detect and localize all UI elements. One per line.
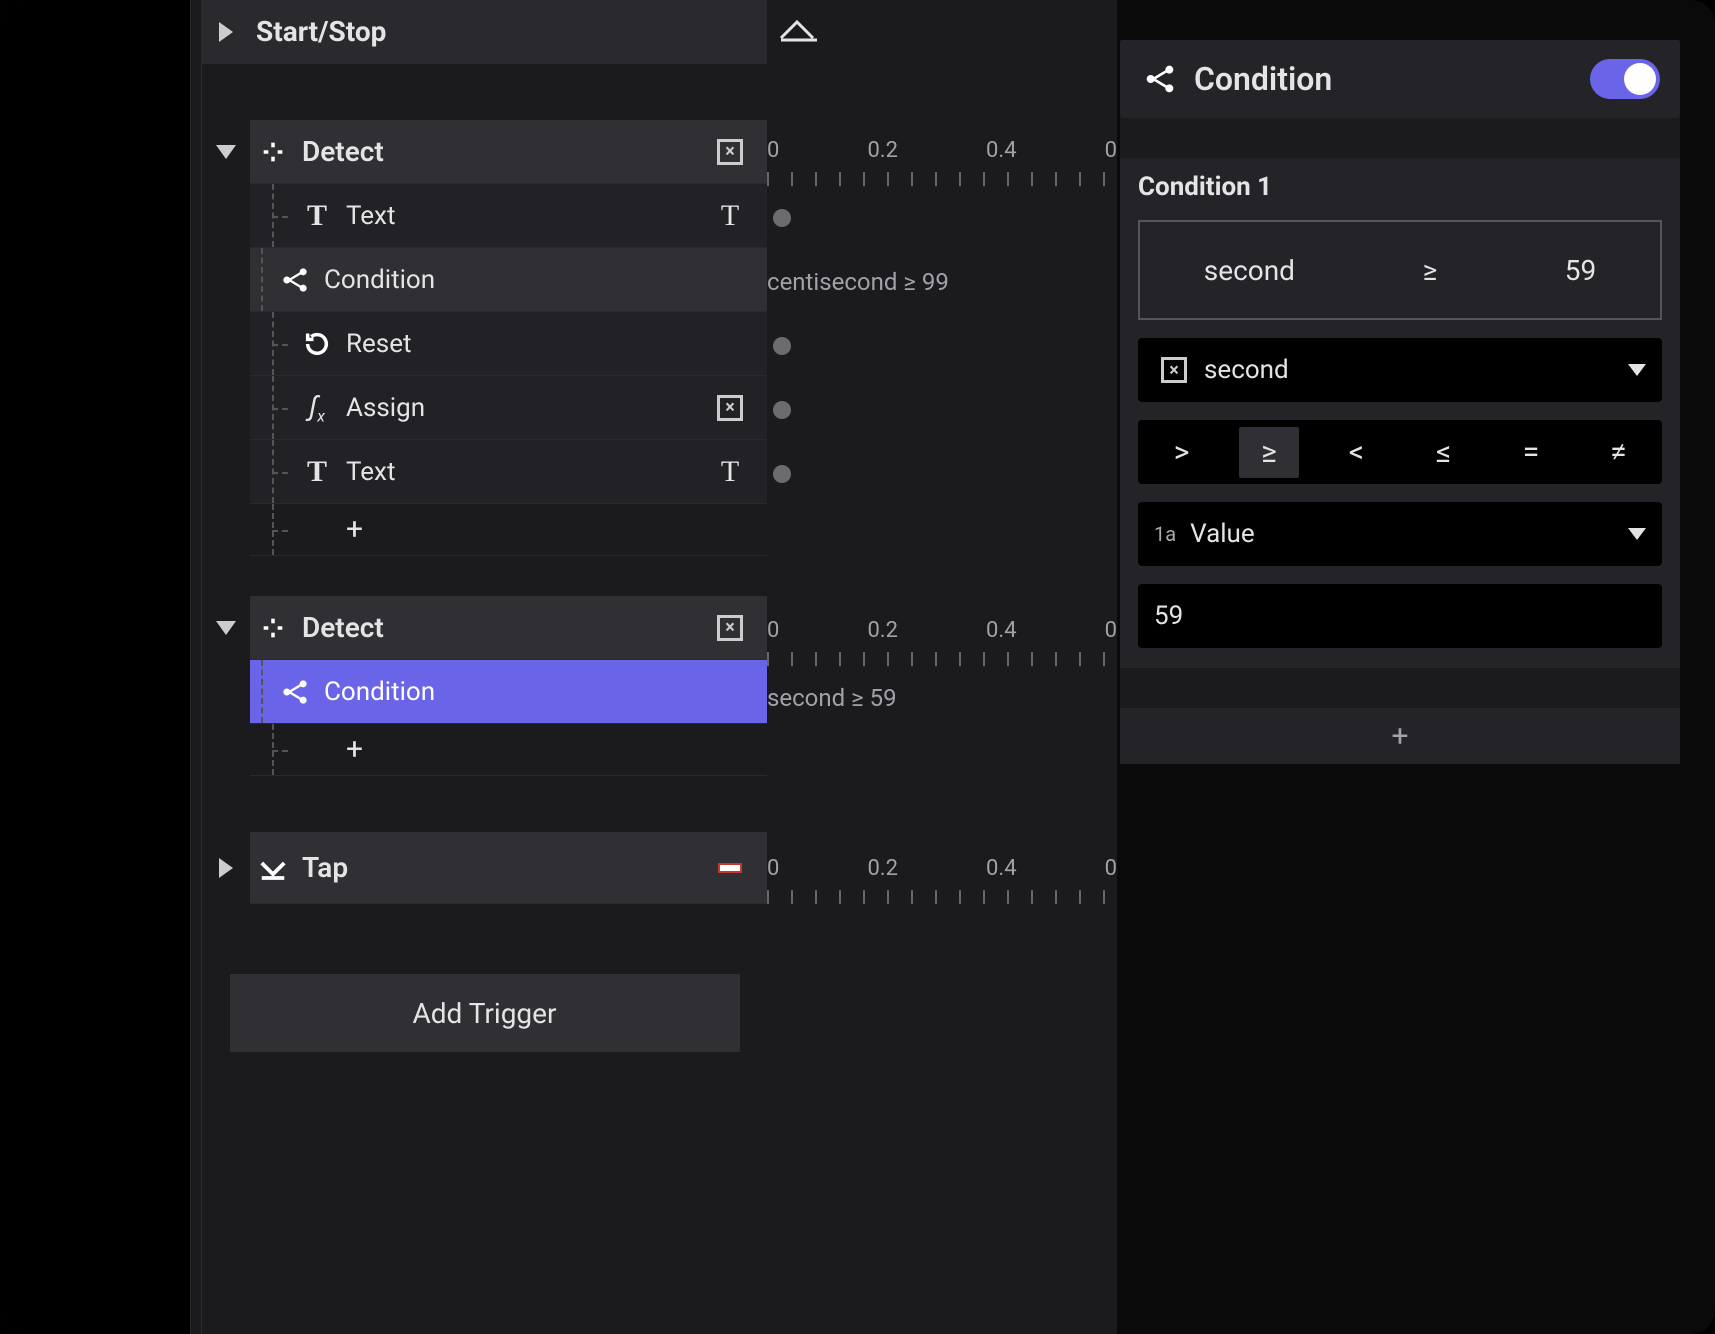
item-label: Text xyxy=(340,457,707,487)
detect-2-label: Detect xyxy=(296,611,707,644)
item-label: Assign xyxy=(340,393,707,423)
text-badge-icon: T xyxy=(707,199,753,233)
ruler-3: 0 0.2 0.4 0 xyxy=(767,840,1117,904)
marker-dot-icon xyxy=(773,401,791,419)
chevron-down-icon xyxy=(1628,364,1646,376)
variable-select[interactable]: × second xyxy=(1138,338,1662,402)
caret-right-icon xyxy=(219,858,233,878)
tree-item-reset[interactable]: Reset xyxy=(250,312,767,376)
start-stop-label: Start/Stop xyxy=(250,15,753,48)
item-label: Text xyxy=(340,201,707,231)
expr-op: ≥ xyxy=(1423,254,1438,287)
plus-label: + xyxy=(340,732,753,767)
tree-panel: Start/Stop Detect × T Text xyxy=(202,0,767,1334)
add-trigger-button[interactable]: Add Trigger xyxy=(230,974,740,1052)
expression-display: second ≥ 59 xyxy=(1138,220,1662,320)
item-label: Reset xyxy=(340,329,753,359)
value-type-prefix: 1a xyxy=(1154,522,1176,546)
marker-dot-icon xyxy=(773,465,791,483)
marker-dot-icon xyxy=(773,337,791,355)
value-type-select[interactable]: 1a Value xyxy=(1138,502,1662,566)
x-box-icon: × xyxy=(717,139,743,165)
plus-label: + xyxy=(340,512,753,547)
marker-dot-icon xyxy=(773,209,791,227)
condition-header: Condition 1 xyxy=(1120,158,1680,220)
condition-text-1: centisecond ≥ 99 xyxy=(767,250,1117,314)
value-input-text: 59 xyxy=(1154,601,1183,631)
expr-left: second xyxy=(1204,254,1295,287)
tree-item-condition-1[interactable]: Condition xyxy=(250,248,767,312)
op-eq[interactable]: = xyxy=(1501,427,1561,478)
x-box-icon: × xyxy=(1161,357,1187,383)
ruler-1: 0 0.2 0.4 0 xyxy=(767,122,1117,186)
caret-right-icon xyxy=(219,22,233,42)
condition-icon xyxy=(272,678,318,706)
op-gte[interactable]: ≥ xyxy=(1239,427,1299,478)
caret-down-icon xyxy=(216,621,236,635)
tap-label: Tap xyxy=(296,851,707,884)
ruler-2: 0 0.2 0.4 0 xyxy=(767,602,1117,666)
inspector-panel: Condition Condition 1 second ≥ 59 × seco… xyxy=(1120,40,1680,764)
condition-icon xyxy=(272,266,318,294)
inspector-title-row: Condition xyxy=(1120,40,1680,118)
op-gt[interactable]: > xyxy=(1152,427,1212,478)
add-condition-button[interactable]: + xyxy=(1120,708,1680,764)
tree-item-condition-2[interactable]: Condition xyxy=(250,660,767,724)
detect-group-2[interactable]: Detect × xyxy=(250,596,767,660)
add-child-2[interactable]: + xyxy=(250,724,767,776)
op-lt[interactable]: < xyxy=(1326,427,1386,478)
tree-item-assign[interactable]: ʃx Assign × xyxy=(250,376,767,440)
bounce-icon xyxy=(779,15,819,45)
chevron-down-icon xyxy=(1628,528,1646,540)
track-strip xyxy=(190,0,202,1334)
item-label: Condition xyxy=(318,677,753,707)
condition-text-2: second ≥ 59 xyxy=(767,666,1117,730)
detect-icon xyxy=(250,614,296,642)
condition-block: Condition 1 second ≥ 59 × second > ≥ < ≤… xyxy=(1120,158,1680,668)
value-input[interactable]: 59 xyxy=(1138,584,1662,648)
caret-down-icon xyxy=(216,145,236,159)
add-child-1[interactable]: + xyxy=(250,504,767,556)
marker-row xyxy=(767,186,1117,250)
op-neq[interactable]: ≠ xyxy=(1588,427,1648,478)
text-badge-icon: T xyxy=(707,455,753,489)
detect-1-label: Detect xyxy=(296,135,707,168)
plus-icon: + xyxy=(1391,719,1408,754)
tap-icon xyxy=(250,853,296,883)
tap-group[interactable]: Tap xyxy=(250,832,767,904)
x-box-icon: × xyxy=(717,615,743,641)
text-icon: T xyxy=(294,455,340,489)
left-gutter xyxy=(0,0,190,1334)
tree-item-text-2[interactable]: T Text T xyxy=(250,440,767,504)
operator-row: > ≥ < ≤ = ≠ xyxy=(1138,420,1662,484)
op-lte[interactable]: ≤ xyxy=(1414,427,1474,478)
item-label: Condition xyxy=(318,265,753,295)
detect-group-1[interactable]: Detect × xyxy=(250,120,767,184)
enabled-toggle[interactable] xyxy=(1590,59,1660,99)
fx-icon: ʃx xyxy=(294,389,340,426)
x-box-icon: × xyxy=(717,395,743,421)
section-start-stop[interactable]: Start/Stop xyxy=(202,0,767,64)
detect-icon xyxy=(250,138,296,166)
add-trigger-label: Add Trigger xyxy=(412,997,556,1030)
reset-icon xyxy=(294,330,340,358)
inspector-title: Condition xyxy=(1180,60,1590,98)
text-icon: T xyxy=(294,199,340,233)
value-type-label: Value xyxy=(1190,519,1255,549)
timeline-panel: 0 0.2 0.4 0 centisecond ≥ 99 0 0.2 0.4 xyxy=(767,0,1117,1334)
condition-icon xyxy=(1140,63,1180,95)
expr-right: 59 xyxy=(1565,254,1596,287)
tree-item-text-1[interactable]: T Text T xyxy=(250,184,767,248)
variable-select-value: second xyxy=(1204,355,1289,385)
keyframe-badge-icon xyxy=(707,863,753,873)
